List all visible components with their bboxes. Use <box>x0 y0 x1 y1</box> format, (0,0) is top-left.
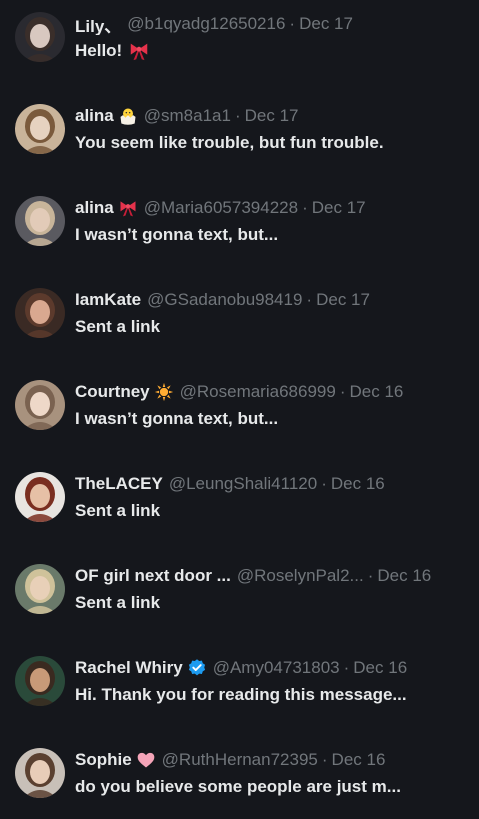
message-date: Dec 17 <box>311 198 366 217</box>
separator-dot: · <box>306 290 313 309</box>
conversation-row[interactable]: alina @sm8a1a1 · Dec 17 You seem like troubl… <box>0 92 479 184</box>
conversation-header: alina @Maria6057394228 · Dec 17 <box>75 197 473 219</box>
conversation-row[interactable]: OF girl next door ... @RoselynPal2... · Dec… <box>0 552 479 644</box>
message-date: Dec 16 <box>377 566 432 585</box>
display-name[interactable]: Sophie <box>75 750 132 770</box>
message-preview: Hi. Thank you for reading this message..… <box>75 684 469 706</box>
conversation-row[interactable]: TheLACEY @LeungShali41120 · Dec 16 Sent a li… <box>0 460 479 552</box>
user-handle[interactable]: @RuthHernan72395 <box>162 750 318 770</box>
separator-dot: · <box>289 14 296 33</box>
message-date: Dec 16 <box>353 658 408 677</box>
message-preview: You seem like trouble, but fun trouble. <box>75 132 469 154</box>
separator-dot: · <box>339 382 346 401</box>
display-name[interactable]: OF girl next door ... <box>75 566 231 586</box>
user-handle[interactable]: @Amy04731803 <box>213 658 340 678</box>
conversation-row[interactable]: Sophie @RuthHernan72395 · Dec 16 do you beli… <box>0 736 479 819</box>
conversation-row[interactable]: alina @Maria6057394228 · Dec 17 I wasn’t gon… <box>0 184 479 276</box>
message-date: Dec 16 <box>331 750 386 769</box>
conversation-row[interactable]: Courtney @Rosemaria686999 · Dec 16 I wasn’t … <box>0 368 479 460</box>
message-preview: Sent a link <box>75 500 469 522</box>
message-preview-text: Hello! <box>75 41 123 60</box>
message-preview: do you believe some people are just m... <box>75 776 469 798</box>
message-date: Dec 17 <box>244 106 299 125</box>
conversation-row[interactable]: Rachel Whiry @Amy04731803 · Dec 16 Hi. Thank… <box>0 644 479 736</box>
separator-dot: · <box>367 566 374 585</box>
user-handle[interactable]: @b1qyadg12650216 <box>127 14 285 34</box>
sun-icon <box>154 382 174 402</box>
message-preview: Sent a link <box>75 316 469 338</box>
conversation-list: Lily、 @b1qyadg12650216 · Dec 17 Hello! alina @… <box>0 0 479 819</box>
user-handle[interactable]: @Rosemaria686999 <box>180 382 336 402</box>
separator-dot: · <box>302 198 308 217</box>
message-preview-text: Sent a link <box>75 317 161 336</box>
user-handle[interactable]: @Maria6057394228 <box>144 198 298 218</box>
user-handle[interactable]: @RoselynPal2... <box>237 566 364 586</box>
conversation-header: Lily、 @b1qyadg12650216 · Dec 17 <box>75 13 473 35</box>
avatar[interactable] <box>15 656 65 706</box>
display-name[interactable]: alina <box>75 106 114 126</box>
ribbon-icon <box>118 198 138 218</box>
ribbon-icon <box>128 40 150 62</box>
conversation-row[interactable]: IamKate @GSadanobu98419 · Dec 17 Sent a link <box>0 276 479 368</box>
avatar[interactable] <box>15 104 65 154</box>
separator-dot: · <box>321 474 327 493</box>
user-handle[interactable]: @LeungShali41120 <box>169 474 317 494</box>
hatching-chick-icon <box>118 106 138 126</box>
display-name[interactable]: Rachel Whiry <box>75 658 183 678</box>
display-name[interactable]: alina <box>75 198 114 218</box>
message-preview-text: You seem like trouble, but fun trouble. <box>75 133 384 152</box>
message-preview-text: I wasn’t gonna text, but... <box>75 409 279 428</box>
avatar[interactable] <box>15 380 65 430</box>
message-preview-text: Hi. Thank you for reading this message..… <box>75 685 407 704</box>
conversation-header: Courtney @Rosemaria686999 · Dec 16 <box>75 381 473 403</box>
message-preview-text: do you believe some people are just m... <box>75 777 401 796</box>
display-name[interactable]: TheLACEY <box>75 474 163 494</box>
message-preview: Hello! <box>75 40 469 62</box>
conversation-header: alina @sm8a1a1 · Dec 17 <box>75 105 473 127</box>
user-handle[interactable]: @sm8a1a1 <box>144 106 231 126</box>
avatar[interactable] <box>15 288 65 338</box>
message-preview-text: I wasn’t gonna text, but... <box>75 225 279 244</box>
conversation-header: IamKate @GSadanobu98419 · Dec 17 <box>75 289 473 311</box>
message-preview: I wasn’t gonna text, but... <box>75 408 469 430</box>
message-date: Dec 16 <box>330 474 385 493</box>
message-date: Dec 17 <box>299 14 353 33</box>
avatar[interactable] <box>15 196 65 246</box>
pink-heart-icon <box>136 750 156 770</box>
message-preview-text: Sent a link <box>75 501 161 520</box>
message-date: Dec 16 <box>349 382 404 401</box>
user-handle[interactable]: @GSadanobu98419 <box>147 290 302 310</box>
verified-icon <box>187 658 207 678</box>
avatar[interactable] <box>15 472 65 522</box>
avatar[interactable] <box>15 12 65 62</box>
display-name[interactable]: Courtney <box>75 382 150 402</box>
message-date: Dec 17 <box>316 290 370 309</box>
separator-dot: · <box>343 658 350 677</box>
conversation-header: TheLACEY @LeungShali41120 · Dec 16 <box>75 473 473 495</box>
avatar[interactable] <box>15 748 65 798</box>
separator-dot: · <box>234 106 241 125</box>
conversation-header: Sophie @RuthHernan72395 · Dec 16 <box>75 749 473 771</box>
separator-dot: · <box>321 750 328 769</box>
conversation-header: Rachel Whiry @Amy04731803 · Dec 16 <box>75 657 473 679</box>
avatar[interactable] <box>15 564 65 614</box>
display-name[interactable]: IamKate <box>75 290 141 310</box>
message-preview: I wasn’t gonna text, but... <box>75 224 469 246</box>
display-name[interactable]: Lily、 <box>75 13 121 36</box>
conversation-header: OF girl next door ... @RoselynPal2... · Dec… <box>75 565 473 587</box>
message-preview: Sent a link <box>75 592 469 614</box>
conversation-row[interactable]: Lily、 @b1qyadg12650216 · Dec 17 Hello! <box>0 0 479 92</box>
message-preview-text: Sent a link <box>75 593 161 612</box>
